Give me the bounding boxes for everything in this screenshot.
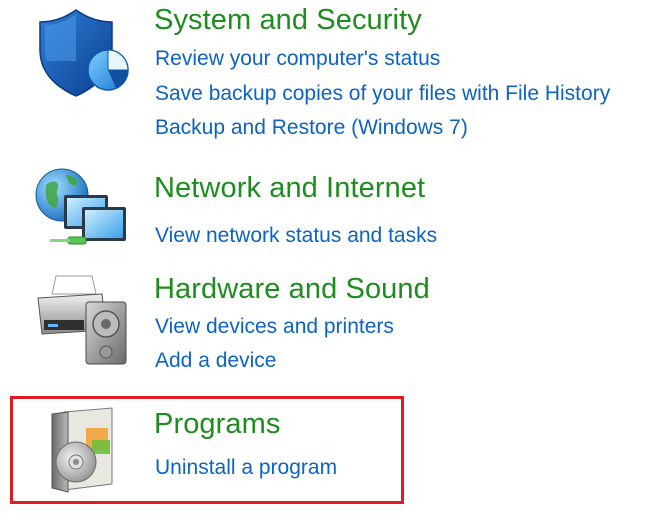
hardware-and-sound-title[interactable]: Hardware and Sound [154,273,430,306]
backup-and-restore-link[interactable]: Backup and Restore (Windows 7) [155,116,468,140]
shield-icon[interactable] [36,4,132,100]
file-history-backup-link[interactable]: Save backup copies of your files with Fi… [155,82,610,106]
printer-speaker-icon[interactable] [36,272,132,368]
review-computer-status-link[interactable]: Review your computer's status [155,47,440,71]
network-and-internet-title[interactable]: Network and Internet [154,172,425,205]
view-network-status-link[interactable]: View network status and tasks [155,224,437,248]
view-devices-printers-link[interactable]: View devices and printers [155,315,394,339]
network-globe-icon[interactable] [34,165,130,261]
programs-highlight-box [10,396,404,504]
add-device-link[interactable]: Add a device [155,349,276,373]
system-and-security-title[interactable]: System and Security [154,4,422,37]
